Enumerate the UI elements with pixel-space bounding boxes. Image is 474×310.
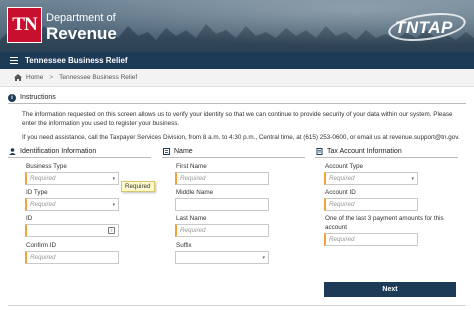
payment-amount-label-line2: account bbox=[325, 224, 348, 231]
department-name: Department of bbox=[46, 12, 116, 24]
payment-amount-placeholder: Required bbox=[329, 236, 355, 243]
identification-heading: Identification Information bbox=[20, 148, 97, 155]
tax-account-heading: Tax Account Information bbox=[327, 148, 402, 155]
suffix-label: Suffix bbox=[176, 242, 192, 249]
last-name-label: Last Name bbox=[176, 215, 207, 222]
first-name-placeholder: Required bbox=[180, 175, 206, 182]
confirm-id-label: Confirm ID bbox=[26, 242, 57, 249]
info-icon: i bbox=[8, 93, 16, 102]
person-icon bbox=[8, 148, 16, 156]
chevron-down-icon: ▾ bbox=[112, 176, 115, 182]
business-type-label: Business Type bbox=[26, 163, 67, 170]
document-icon bbox=[315, 148, 323, 156]
confirm-id-placeholder: Required bbox=[30, 254, 56, 261]
first-name-input[interactable]: Required bbox=[175, 172, 269, 185]
suffix-select[interactable]: ▾ bbox=[175, 251, 269, 264]
business-type-placeholder: Required bbox=[30, 175, 56, 182]
id-card-icon: ≡ bbox=[108, 227, 115, 234]
chevron-down-icon: ▾ bbox=[112, 202, 115, 208]
chevron-down-icon: ▾ bbox=[262, 255, 265, 261]
home-icon[interactable] bbox=[14, 74, 22, 81]
tntap-logo[interactable]: TNTAP bbox=[395, 18, 453, 38]
identification-header: Identification Information bbox=[8, 146, 151, 158]
instructions-paragraph-1: The information requested on this screen… bbox=[22, 111, 453, 127]
nav-title: Tennessee Business Relief bbox=[25, 56, 128, 65]
middle-name-input[interactable] bbox=[175, 198, 269, 211]
last-name-input[interactable]: Required bbox=[175, 224, 269, 237]
next-button[interactable]: Next bbox=[324, 282, 456, 297]
breadcrumb-home[interactable]: Home bbox=[26, 74, 43, 81]
name-heading: Name bbox=[174, 148, 193, 155]
instructions-header: i Instructions bbox=[8, 92, 466, 104]
tn-logo[interactable]: TN bbox=[7, 7, 42, 43]
chevron-down-icon: ▾ bbox=[411, 176, 414, 182]
name-header: Name bbox=[162, 146, 305, 158]
first-name-label: First Name bbox=[176, 163, 207, 170]
instructions-heading: Instructions bbox=[20, 94, 56, 101]
account-id-input[interactable]: Required bbox=[324, 198, 418, 211]
confirm-id-input[interactable]: Required bbox=[25, 251, 119, 264]
id-type-placeholder: Required bbox=[30, 201, 56, 208]
revenue-title: Revenue bbox=[46, 24, 117, 43]
last-name-placeholder: Required bbox=[180, 227, 206, 234]
breadcrumb: Home > Tennessee Business Relief bbox=[0, 69, 474, 87]
account-id-label: Account ID bbox=[325, 189, 356, 196]
header-banner: TN Department of Revenue TNTAP bbox=[0, 0, 474, 52]
middle-name-label: Middle Name bbox=[176, 189, 214, 196]
payment-amount-label-line1: One of the last 3 payment amounts for th… bbox=[325, 215, 444, 222]
hamburger-icon[interactable] bbox=[10, 56, 18, 65]
account-id-placeholder: Required bbox=[329, 201, 355, 208]
id-type-label: ID Type bbox=[26, 189, 48, 196]
instructions-paragraph-2: If you need assistance, call the Taxpaye… bbox=[22, 134, 460, 141]
business-type-select[interactable]: Required ▾ bbox=[25, 172, 119, 185]
id-label: ID bbox=[26, 215, 33, 222]
payment-amount-input[interactable]: Required bbox=[324, 233, 418, 246]
breadcrumb-current: Tennessee Business Relief bbox=[59, 74, 138, 81]
id-type-select[interactable]: Required ▾ bbox=[25, 198, 119, 211]
id-input[interactable]: ≡ bbox=[25, 224, 119, 237]
tax-account-header: Tax Account Information bbox=[315, 146, 458, 158]
bottom-divider bbox=[8, 305, 466, 306]
breadcrumb-separator: > bbox=[49, 74, 54, 81]
account-type-select[interactable]: Required ▾ bbox=[324, 172, 418, 185]
account-type-label: Account Type bbox=[325, 163, 364, 170]
required-tooltip: Required bbox=[121, 181, 155, 192]
account-type-placeholder: Required bbox=[329, 175, 355, 182]
list-icon bbox=[162, 148, 170, 156]
nav-bar: Tennessee Business Relief bbox=[0, 52, 474, 69]
